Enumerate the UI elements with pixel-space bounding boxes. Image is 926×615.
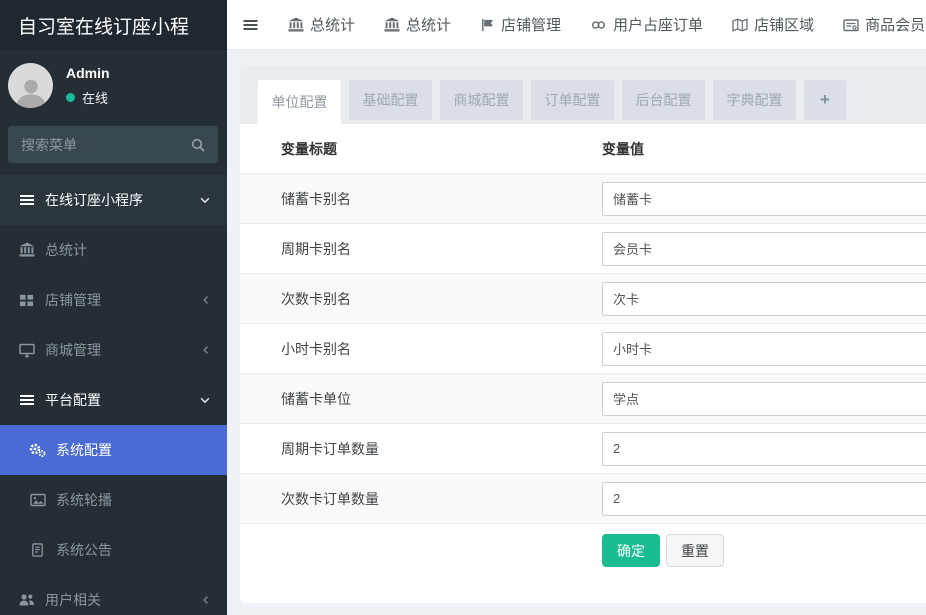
sidebar-item-statistics[interactable]: 总统计 [0,225,227,275]
tab-unit-config[interactable]: 单位配置 [258,80,341,124]
online-dot-icon [66,93,75,102]
map-icon [732,17,748,33]
form-row: 次数卡别名 [240,273,926,323]
bars-icon [17,192,36,208]
topbar: 总统计 总统计 店铺管理 用户占座订单 店铺区域 商品会员卡 [227,0,926,50]
flag-icon [480,17,495,33]
chevron-down-icon [198,193,212,207]
topbar-item-store-area[interactable]: 店铺区域 [732,14,814,35]
config-tabbar: 单位配置 基础配置 商城配置 订单配置 后台配置 字典配置 + [240,66,926,124]
sidebar: 自习室在线订座小程 Admin 在线 在线订座小程序 [0,0,227,615]
row-value-input[interactable] [602,232,926,266]
tab-order-config[interactable]: 订单配置 [531,80,614,120]
app-title: 自习室在线订座小程 [0,0,227,50]
form-row: 次数卡订单数量 [240,473,926,523]
sidebar-search [8,126,218,163]
reset-button[interactable]: 重置 [666,534,724,567]
row-label: 周期卡订单数量 [240,439,602,459]
sidebar-item-app-root[interactable]: 在线订座小程序 [0,175,227,225]
row-label: 储蓄卡别名 [240,189,602,209]
row-value-input[interactable] [602,282,926,316]
row-value-input[interactable] [602,482,926,516]
notice-icon [28,542,47,558]
sidebar-item-system-config[interactable]: 系统配置 [0,425,227,475]
chevron-down-icon [198,393,212,407]
chevron-left-icon [200,594,212,606]
sidebar-item-user-related[interactable]: 用户相关 [0,575,227,615]
column-header-value: 变量值 [602,139,926,159]
row-value-input[interactable] [602,382,926,416]
sidebar-item-mall-management[interactable]: 商城管理 [0,325,227,375]
tab-mall-config[interactable]: 商城配置 [440,80,523,120]
sidebar-item-system-notice[interactable]: 系统公告 [0,525,227,575]
user-name: Admin [66,65,110,81]
column-header-title: 变量标题 [240,139,602,159]
main-panel: 单位配置 基础配置 商城配置 订单配置 后台配置 字典配置 + 变量标题 变量值… [240,66,926,603]
form-row: 小时卡别名 [240,323,926,373]
topbar-item-store-management[interactable]: 店铺管理 [480,14,561,35]
sidebar-item-platform-config[interactable]: 平台配置 [0,375,227,425]
topbar-item-user-seat-orders[interactable]: 用户占座订单 [590,14,703,35]
bank-icon [288,17,304,33]
hamburger-icon[interactable] [242,17,259,33]
form-actions: 确定 重置 [240,523,926,567]
row-value-input[interactable] [602,432,926,466]
row-label: 次数卡别名 [240,289,602,309]
tab-basic-config[interactable]: 基础配置 [349,80,432,120]
row-label: 储蓄卡单位 [240,389,602,409]
confirm-button[interactable]: 确定 [602,534,660,567]
gears-icon [28,442,47,458]
tab-backend-config[interactable]: 后台配置 [622,80,705,120]
topbar-item-statistics-2[interactable]: 总统计 [384,14,451,35]
users-icon [17,592,36,608]
form-row: 储蓄卡单位 [240,373,926,423]
topbar-item-statistics-1[interactable]: 总统计 [288,14,355,35]
form-headers: 变量标题 变量值 [240,124,926,173]
tab-add[interactable]: + [804,80,846,120]
row-label: 周期卡别名 [240,239,602,259]
row-value-input[interactable] [602,332,926,366]
topbar-item-product-member-card[interactable]: 商品会员卡 [843,14,926,35]
user-panel: Admin 在线 [0,50,227,114]
sidebar-item-store-management[interactable]: 店铺管理 [0,275,227,325]
chevron-left-icon [200,344,212,356]
link-icon [590,17,607,33]
user-status-label: 在线 [82,88,108,107]
config-form: 储蓄卡别名 周期卡别名 次数卡别名 小时卡别名 储蓄卡单位 周期卡订单数量 次数… [240,173,926,567]
sidebar-item-system-carousel[interactable]: 系统轮播 [0,475,227,525]
sidebar-menu: 在线订座小程序 总统计 店铺管理 商城管理 平台配置 系统配置 [0,175,227,615]
row-label: 次数卡订单数量 [240,489,602,509]
row-value-input[interactable] [602,182,926,216]
bars-icon [17,392,36,408]
grid-icon [17,292,36,308]
form-row: 储蓄卡别名 [240,173,926,223]
search-input[interactable] [21,137,190,153]
bank-icon [384,17,400,33]
tab-dict-config[interactable]: 字典配置 [713,80,796,120]
member-card-icon [843,17,859,33]
bank-icon [17,242,36,258]
image-icon [28,492,47,508]
person-icon [13,74,49,108]
search-icon[interactable] [190,137,206,153]
form-row: 周期卡订单数量 [240,423,926,473]
desktop-icon [17,342,36,358]
form-row: 周期卡别名 [240,223,926,273]
row-label: 小时卡别名 [240,339,602,359]
avatar[interactable] [8,63,53,108]
chevron-left-icon [200,294,212,306]
user-status: 在线 [66,88,110,107]
